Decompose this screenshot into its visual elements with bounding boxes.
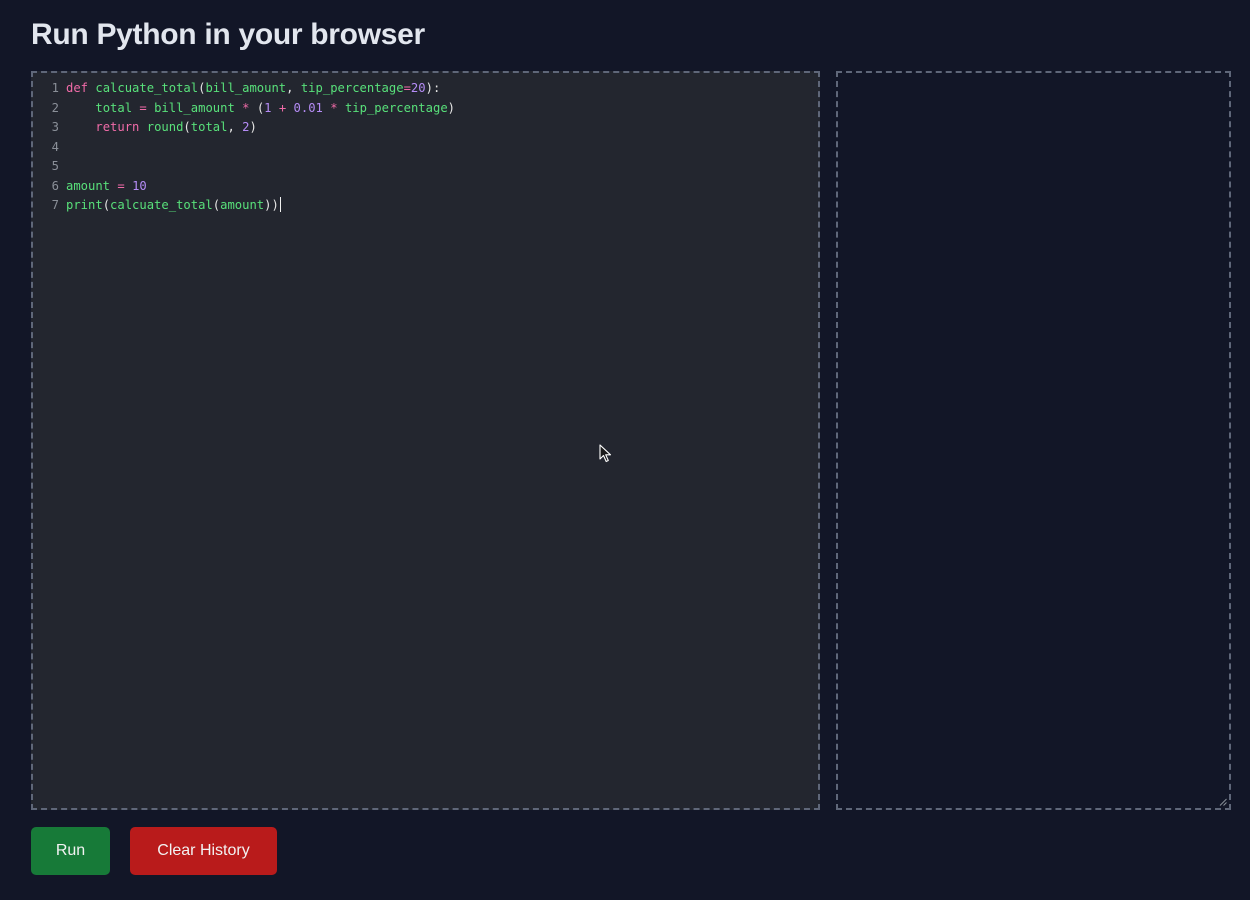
code-line[interactable]: 2 total = bill_amount * (1 + 0.01 * tip_…	[33, 99, 455, 119]
line-number: 4	[51, 139, 59, 154]
code-line[interactable]: 6 amount = 10	[33, 177, 455, 197]
function-name-token: calcuate_total	[95, 81, 199, 95]
punctuation-token: (	[249, 100, 265, 115]
arrow-cursor-icon	[599, 444, 612, 463]
keyword-token: return	[95, 120, 140, 134]
number-token: 20	[410, 81, 426, 95]
line-text[interactable]: print(calcuate_total(amount))	[66, 196, 281, 216]
number-token: 1	[264, 100, 272, 115]
punctuation-token: ,	[227, 120, 243, 134]
identifier-token: amount	[66, 178, 111, 193]
punctuation-token: ,	[286, 81, 301, 95]
code-line[interactable]: 4	[33, 138, 455, 158]
line-text[interactable]: return round(total, 2)	[66, 118, 257, 138]
line-number: 6	[51, 178, 59, 193]
punctuation-token: (	[212, 198, 221, 212]
line-number: 7	[51, 198, 59, 212]
punctuation-token: ):	[425, 81, 441, 95]
line-text[interactable]: def calcuate_total(bill_amount, tip_perc…	[66, 79, 440, 99]
punctuation-token: ))	[264, 198, 279, 212]
code-line[interactable]: 5	[33, 157, 455, 177]
indent-token	[66, 120, 95, 134]
code-editor[interactable]: 1 def calcuate_total(bill_amount, tip_pe…	[31, 71, 820, 810]
operator-token: =	[117, 178, 125, 193]
operator-token: *	[330, 100, 338, 115]
punctuation-token: )	[249, 120, 257, 134]
operator-token: =	[139, 100, 147, 115]
identifier-token: bill_amount	[154, 100, 235, 115]
keyword-token: def	[66, 81, 89, 95]
line-text[interactable]: total = bill_amount * (1 + 0.01 * tip_pe…	[66, 99, 455, 119]
parameter-token: tip_percentage	[300, 81, 404, 95]
page: Run Python in your browser 1 def calcuat…	[0, 0, 1250, 900]
function-name-token: calcuate_total	[110, 198, 213, 212]
parameter-token: bill_amount	[205, 81, 287, 95]
line-text[interactable]: amount = 10	[66, 177, 147, 197]
run-button[interactable]: Run	[31, 827, 110, 875]
code-line[interactable]: 3 return round(total, 2)	[33, 118, 455, 138]
code-area[interactable]: 1 def calcuate_total(bill_amount, tip_pe…	[33, 79, 455, 216]
punctuation-token: (	[102, 198, 111, 212]
punctuation-token: (	[183, 120, 191, 134]
number-token: 10	[132, 178, 147, 193]
resize-grip-icon[interactable]	[1219, 798, 1227, 806]
code-line[interactable]: 7 print(calcuate_total(amount))	[33, 196, 455, 216]
line-number: 3	[51, 120, 59, 134]
indent-token	[66, 101, 95, 115]
clear-history-button[interactable]: Clear History	[130, 827, 277, 875]
identifier-token: total	[190, 120, 228, 134]
output-panel[interactable]	[836, 71, 1231, 810]
operator-token: =	[403, 81, 411, 95]
builtin-token: print	[66, 198, 103, 212]
identifier-token: total	[95, 100, 133, 115]
identifier-token: tip_percentage	[344, 100, 448, 115]
line-number: 5	[51, 159, 59, 173]
page-title: Run Python in your browser	[31, 18, 425, 51]
number-token: 0.01	[293, 100, 323, 115]
identifier-token: amount	[220, 198, 265, 212]
builtin-token: round	[146, 120, 184, 134]
line-number: 2	[51, 100, 59, 115]
text-caret	[279, 197, 281, 212]
code-line[interactable]: 1 def calcuate_total(bill_amount, tip_pe…	[33, 79, 455, 99]
punctuation-token: )	[447, 100, 456, 115]
line-number: 1	[51, 81, 59, 95]
